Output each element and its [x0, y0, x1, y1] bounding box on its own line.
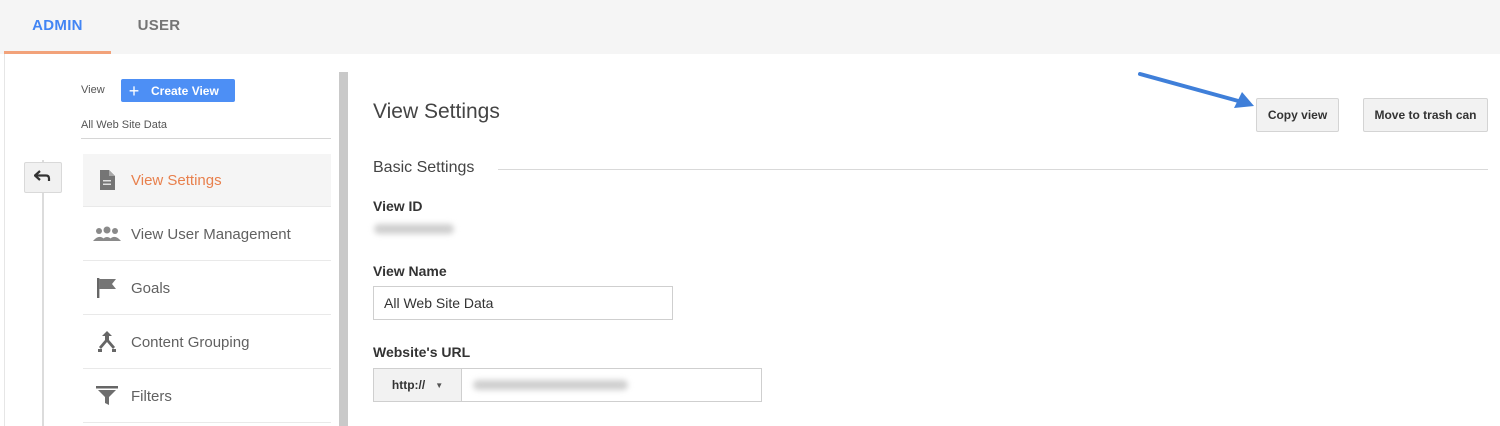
page-title: View Settings — [373, 100, 500, 123]
annotation-arrow-icon — [1138, 72, 1254, 108]
caret-down-icon: ▼ — [435, 380, 444, 390]
create-view-label: Create View — [151, 83, 219, 98]
view-name-label: View Name — [373, 263, 447, 279]
sidebar-item-label: View User Management — [131, 225, 291, 243]
sidebar-item-view-settings[interactable]: View Settings — [83, 154, 331, 207]
divider — [81, 138, 331, 139]
create-view-button[interactable]: + Create View — [121, 79, 235, 102]
view-id-value-redacted — [374, 224, 454, 234]
protocol-select[interactable]: http:// ▼ — [374, 369, 462, 401]
section-divider — [498, 169, 1488, 170]
sidebar-item-view-user-management[interactable]: View User Management — [83, 208, 331, 261]
back-button[interactable] — [24, 162, 62, 193]
view-id-label: View ID — [373, 198, 423, 214]
website-url-input[interactable] — [463, 369, 761, 401]
view-name-input[interactable] — [373, 286, 673, 320]
plus-icon: + — [128, 80, 140, 101]
tab-user[interactable]: USER — [121, 0, 197, 54]
document-icon — [83, 170, 131, 190]
tree-line — [42, 160, 44, 426]
sidebar-item-label: Content Grouping — [131, 333, 250, 351]
view-selector[interactable]: All Web Site Data — [81, 119, 167, 131]
website-url-value-redacted — [473, 380, 628, 390]
left-panel-border — [4, 54, 5, 426]
sidebar-item-label: Filters — [131, 387, 172, 405]
sidebar-item-goals[interactable]: Goals — [83, 262, 331, 315]
tab-admin[interactable]: ADMIN — [4, 0, 111, 54]
back-arrow-icon — [33, 169, 52, 187]
section-title: Basic Settings — [373, 159, 475, 176]
top-tab-bar: ADMIN USER — [0, 0, 1500, 54]
copy-view-button[interactable]: Copy view — [1256, 98, 1339, 132]
move-to-trash-button[interactable]: Move to trash can — [1363, 98, 1488, 132]
filter-icon — [83, 386, 131, 406]
website-url-label: Website's URL — [373, 344, 471, 360]
sidebar-item-filters[interactable]: Filters — [83, 370, 331, 423]
panel-splitter[interactable] — [339, 72, 348, 426]
sidebar-item-content-grouping[interactable]: Content Grouping — [83, 316, 331, 369]
view-label: View — [81, 84, 105, 96]
people-icon — [83, 226, 131, 242]
website-url-field: http:// ▼ — [373, 368, 762, 402]
sidebar-item-label: Goals — [131, 279, 171, 297]
sidebar-item-label: View Settings — [131, 171, 222, 189]
content-grouping-icon — [83, 331, 131, 353]
protocol-value: http:// — [391, 378, 426, 392]
flag-icon — [83, 278, 131, 298]
